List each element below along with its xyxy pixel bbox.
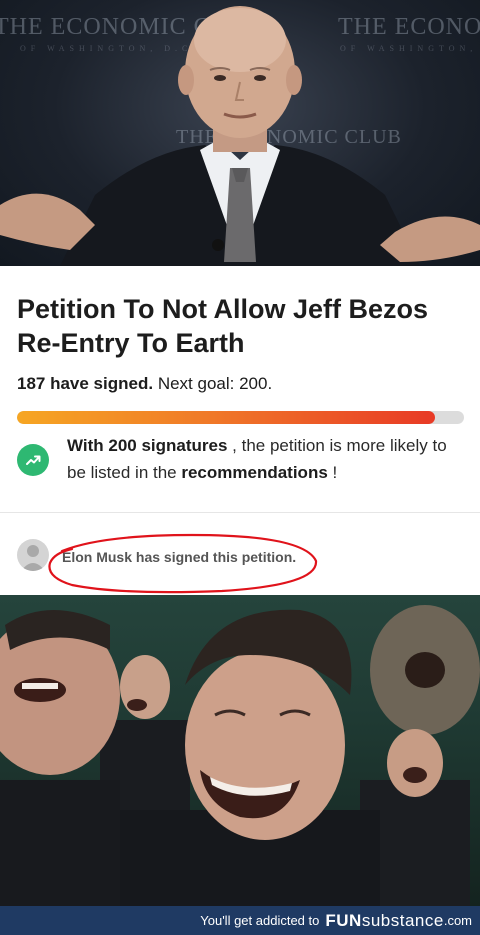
bezos-photo: THE ECONOMIC CLUB OF WASHINGTON, D.C. TH… [0, 0, 480, 266]
laughing-people-illustration [0, 605, 480, 906]
funsubstance-logo[interactable]: FUNsubstance [325, 911, 443, 931]
signature-progress-bar [17, 411, 464, 424]
recommendation-info: With 200 signatures , the petition is mo… [67, 432, 467, 486]
avatar [17, 539, 49, 571]
signature-status: 187 have signed. Next goal: 200. [17, 374, 272, 394]
brand-substance: substance [361, 910, 444, 930]
petition-title: Petition To Not Allow Jeff Bezos Re-Entr… [17, 294, 428, 358]
footer-tagline: You'll get addicted to [200, 913, 320, 928]
rec-bold-signatures: With 200 signatures [67, 436, 228, 455]
signature-progress-fill [17, 411, 435, 424]
signer-message: Elon Musk has signed this petition. [62, 549, 297, 565]
recent-signer-row: Elon Musk has signed this petition. [0, 513, 480, 595]
person-illustration [0, 6, 480, 266]
brand-fun: FUN [325, 910, 362, 930]
laughing-photo [0, 595, 480, 906]
site-footer: You'll get addicted to FUNsubstance .com [0, 906, 480, 935]
brand-suffix: .com [443, 913, 472, 928]
rec-bold-recommendations: recommendations [181, 463, 328, 482]
rec-text-end: ! [327, 463, 338, 482]
trending-up-icon [17, 444, 49, 476]
signed-count: 187 have signed. [17, 374, 154, 393]
petition-card: Petition To Not Allow Jeff Bezos Re-Entr… [0, 266, 480, 512]
next-goal: Next goal: 200. [157, 374, 273, 393]
